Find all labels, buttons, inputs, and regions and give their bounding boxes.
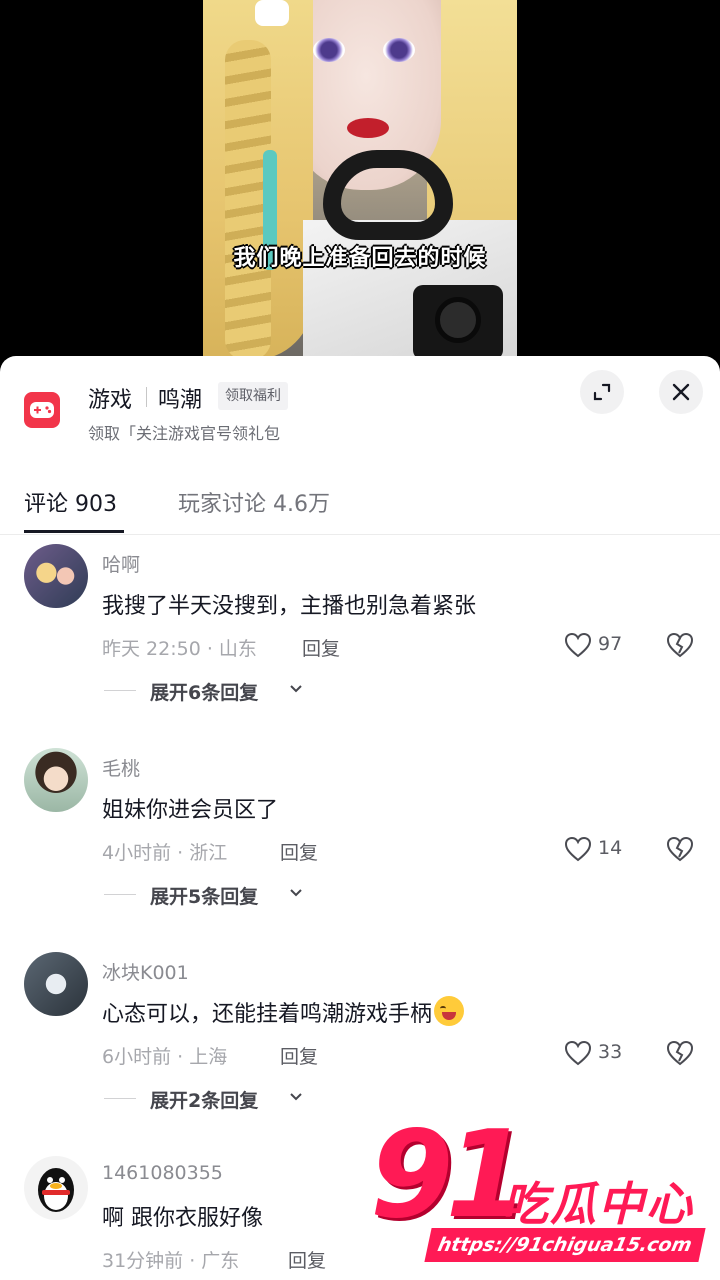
game-description[interactable]: 领取「关注游戏官号领礼包: [88, 420, 280, 444]
comment-text: 心态可以，还能挂着鸣潮游戏手柄: [102, 996, 465, 1028]
video-subtitle: 我们晚上准备回去的时候: [233, 246, 487, 271]
reply-button[interactable]: 回复: [280, 1042, 318, 1069]
avatar[interactable]: [24, 748, 88, 812]
comment-meta: 31分钟前 · 广东: [102, 1250, 240, 1272]
tab-comments[interactable]: 评论 903: [24, 486, 117, 518]
comment-meta: 4小时前 · 浙江: [102, 842, 228, 864]
avatar[interactable]: [24, 1156, 88, 1220]
watermark-url: https://91chigua15.com: [424, 1228, 706, 1262]
reply-button[interactable]: 回复: [302, 634, 340, 661]
comment-username[interactable]: 毛桃: [102, 754, 140, 781]
heart-icon: [564, 632, 592, 658]
penguin-icon: [38, 1168, 74, 1212]
watermark-logo: 91 吃瓜中心 https://91chigua15.com: [370, 1116, 710, 1268]
avatar[interactable]: [24, 544, 88, 608]
comment-tabs: 评论 903 玩家讨论 4.6万: [0, 476, 720, 534]
dislike-button[interactable]: [666, 1040, 694, 1070]
heart-icon: [564, 1040, 592, 1066]
video-frame: 我们晚上准备回去的时候: [203, 0, 517, 360]
close-icon: [672, 383, 690, 401]
video-player[interactable]: 我们晚上准备回去的时候: [0, 0, 720, 360]
watermark-text: 吃瓜中心: [502, 1177, 694, 1231]
like-count: 33: [598, 1041, 623, 1063]
like-button[interactable]: 14: [564, 834, 644, 864]
comment-text: 姐妹你进会员区了: [102, 798, 279, 823]
comment-username[interactable]: 哈啊: [102, 550, 140, 577]
broken-heart-icon: [666, 1040, 694, 1066]
comment-text-content: 心态可以，还能挂着鸣潮游戏手柄: [102, 1002, 433, 1027]
game-title[interactable]: 鸣潮: [158, 382, 202, 414]
chevron-down-icon: [290, 685, 302, 693]
tab-underline: [24, 530, 124, 533]
hair-clip: [255, 0, 289, 26]
watermark-number: 91: [370, 1106, 529, 1245]
comment-username[interactable]: 冰块K001: [102, 958, 189, 985]
expand-replies-label: 展开2条回复: [150, 1090, 259, 1112]
expand-icon: [593, 383, 611, 401]
reply-button[interactable]: 回复: [280, 838, 318, 865]
like-count: 14: [598, 837, 623, 859]
heart-icon: [564, 836, 592, 862]
comment-meta: 昨天 22:50 · 山东: [102, 638, 257, 660]
laughing-crying-emoji: [434, 996, 465, 1026]
reply-button[interactable]: 回复: [288, 1246, 326, 1273]
close-button[interactable]: [659, 370, 703, 414]
game-category: 游戏: [88, 388, 133, 413]
reward-badge[interactable]: 领取福利: [218, 382, 288, 410]
broken-heart-icon: [666, 836, 694, 862]
dislike-button[interactable]: [666, 836, 694, 866]
game-header[interactable]: 游戏 鸣潮 领取福利 领取「关注游戏官号领礼包: [0, 356, 720, 456]
camera-icon: [413, 285, 503, 360]
tab-player-discussion[interactable]: 玩家讨论 4.6万: [178, 486, 330, 518]
avatar[interactable]: [24, 952, 88, 1016]
gamepad-icon[interactable]: [24, 392, 60, 428]
expand-button[interactable]: [580, 370, 624, 414]
comment-text: 啊 跟你衣服好像: [102, 1206, 263, 1231]
expand-replies-label: 展开6条回复: [150, 682, 259, 704]
divider: [146, 387, 147, 407]
eye-right: [383, 38, 415, 62]
lips: [347, 118, 389, 138]
comment-meta: 6小时前 · 上海: [102, 1046, 228, 1068]
like-button[interactable]: 33: [564, 1038, 644, 1068]
expand-replies-label: 展开5条回复: [150, 886, 259, 908]
chevron-down-icon: [290, 889, 302, 897]
broken-heart-icon: [666, 632, 694, 658]
like-button[interactable]: 97: [564, 630, 644, 660]
dislike-button[interactable]: [666, 632, 694, 662]
headphone-icon: [323, 150, 453, 240]
comment-username[interactable]: 1461080355: [102, 1162, 223, 1184]
divider: [0, 534, 720, 535]
chevron-down-icon: [290, 1093, 302, 1101]
comment-text: 我搜了半天没搜到，主播也别急着紧张: [102, 594, 477, 619]
eye-left: [313, 38, 345, 62]
like-count: 97: [598, 633, 623, 655]
